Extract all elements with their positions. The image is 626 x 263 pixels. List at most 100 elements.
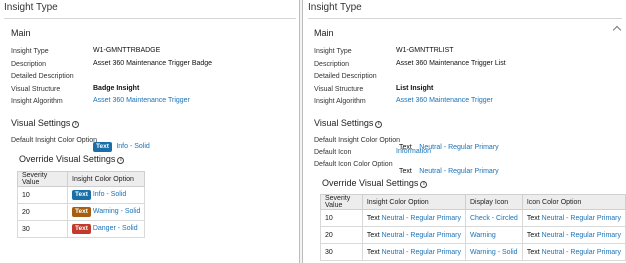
field-value-visual-structure: Badge Insight [93, 85, 140, 92]
main-section-title: Main [11, 28, 31, 38]
field-value-description: Asset 360 Maintenance Trigger List [396, 60, 506, 67]
table-row: 20 Text Warning - Solid [17, 203, 146, 221]
severity-cell: 10 [17, 186, 68, 204]
display-icon-link[interactable]: Warning [470, 232, 496, 239]
page-title: Insight Type [4, 2, 58, 13]
table-row: 10 Text Neutral - Regular Primary Check … [320, 209, 626, 227]
field-label-insight-algorithm: Insight Algorithm [11, 98, 63, 105]
main-section-divider [4, 18, 296, 19]
info-icon[interactable]: i [72, 121, 80, 128]
field-label-visual-structure: Visual Structure [11, 86, 61, 93]
column-header: Icon Color Option [521, 194, 626, 210]
color-cell: Text Danger - Solid [66, 220, 146, 238]
icon-color-cell: Text Neutral - Regular Primary [521, 226, 626, 244]
default-color-link[interactable]: Info - Solid [116, 143, 149, 150]
display-icon-link[interactable]: Warning - Solid [470, 249, 518, 256]
main-section-title: Main [314, 28, 334, 38]
color-option-link[interactable]: Neutral - Regular Primary [382, 249, 461, 256]
icon-color-cell: Text Neutral - Regular Primary [521, 209, 626, 227]
default-color-value: Text Info - Solid [93, 135, 150, 153]
table-row: 30 Text Danger - Solid [17, 220, 146, 238]
icon-cell: Warning [464, 226, 523, 244]
icon-color-cell: Text Neutral - Regular Primary [521, 243, 626, 261]
warning-badge: Text [72, 207, 91, 217]
color-option-link[interactable]: Info - Solid [93, 191, 126, 198]
override-visual-settings-title: Override Visual Settings i [19, 154, 125, 164]
icon-cell: Warning - Solid [464, 243, 523, 261]
field-value-visual-structure: List Insight [396, 85, 434, 92]
color-cell: Text Warning - Solid [66, 203, 146, 221]
visual-settings-label: Visual Settings [314, 118, 374, 128]
icon-color-option-link[interactable]: Neutral - Regular Primary [542, 232, 621, 239]
icon-cell: Check - Circled [464, 209, 523, 227]
default-icon-color-value: Text Neutral - Regular Primary [399, 160, 499, 178]
color-cell: Text Neutral - Regular Primary [361, 243, 466, 261]
insight-algorithm-link[interactable]: Asset 360 Maintenance Trigger [93, 97, 190, 104]
text-sample: Text [366, 248, 380, 256]
list-insight-panel: Insight Type Main Insight Type W1-GMNTTR… [302, 0, 626, 263]
field-value-description: Asset 360 Maintenance Trigger Badge [93, 60, 213, 67]
severity-cell: 20 [320, 226, 363, 244]
field-value-insight-type: W1-GMNTTRBADGE [93, 47, 161, 54]
table-row: 10 Text Info - Solid [17, 186, 146, 204]
page-title: Insight Type [308, 2, 362, 13]
default-icon-link[interactable]: Information [396, 148, 431, 155]
default-icon-label: Default Icon [314, 149, 352, 156]
field-label-detailed-description: Detailed Description [314, 73, 377, 80]
field-label-visual-structure: Visual Structure [314, 86, 364, 93]
default-color-label: Default Insight Color Option [11, 137, 97, 144]
column-header: Severity Value [17, 171, 68, 187]
danger-badge: Text [72, 224, 91, 234]
text-sample: Text [526, 214, 540, 222]
color-option-link[interactable]: Neutral - Regular Primary [382, 232, 461, 239]
badge-insight-panel: Insight Type Main Insight Type W1-GMNTTR… [0, 0, 300, 263]
field-label-detailed-description: Detailed Description [11, 73, 74, 80]
visual-settings-title: Visual Settings i [314, 118, 383, 128]
column-header: Insight Color Option [361, 194, 466, 210]
table-row: 20 Text Neutral - Regular Primary Warnin… [320, 226, 626, 244]
visual-settings-label: Visual Settings [11, 118, 71, 128]
main-section-divider [308, 18, 622, 19]
icon-color-option-link[interactable]: Neutral - Regular Primary [542, 215, 621, 222]
text-sample: Text [526, 248, 540, 256]
display-icon-link[interactable]: Check - Circled [470, 215, 518, 222]
text-sample: Text [366, 231, 380, 239]
field-label-description: Description [314, 61, 350, 68]
text-sample: Text [399, 168, 412, 175]
field-label-description: Description [11, 61, 47, 68]
icon-color-option-link[interactable]: Neutral - Regular Primary [542, 249, 621, 256]
severity-cell: 20 [17, 203, 68, 221]
default-icon-color-label: Default Icon Color Option [314, 161, 393, 168]
info-badge: Text [93, 142, 112, 152]
insight-algorithm-link[interactable]: Asset 360 Maintenance Trigger [396, 97, 493, 104]
text-sample: Text [366, 214, 380, 222]
text-sample: Text [526, 231, 540, 239]
column-header: Insight Color Option [66, 171, 146, 187]
color-cell: Text Info - Solid [66, 186, 146, 204]
default-color-link[interactable]: Neutral - Regular Primary [419, 144, 498, 151]
default-icon-color-link[interactable]: Neutral - Regular Primary [419, 168, 498, 175]
field-value-insight-type: W1-GMNTTRLIST [396, 47, 454, 54]
color-cell: Text Neutral - Regular Primary [361, 226, 466, 244]
override-visual-settings-label: Override Visual Settings [19, 154, 116, 164]
field-label-insight-type: Insight Type [11, 48, 49, 55]
table-header-row: Severity Value Insight Color Option [17, 171, 146, 187]
info-icon[interactable]: i [375, 121, 383, 128]
severity-cell: 10 [320, 209, 363, 227]
severity-cell: 30 [320, 243, 363, 261]
override-visual-settings-label: Override Visual Settings [322, 178, 419, 188]
info-icon[interactable]: i [117, 157, 125, 164]
color-cell: Text Neutral - Regular Primary [361, 209, 466, 227]
severity-cell: 30 [17, 220, 68, 238]
column-header: Display Icon [464, 194, 523, 210]
override-settings-table: Severity Value Insight Color Option Disp… [320, 194, 626, 261]
info-badge: Text [72, 190, 91, 200]
color-option-link[interactable]: Danger - Solid [93, 225, 138, 232]
column-header: Severity Value [320, 194, 363, 210]
override-visual-settings-title: Override Visual Settings i [322, 178, 428, 188]
default-color-label: Default Insight Color Option [314, 137, 400, 144]
info-icon[interactable]: i [420, 181, 428, 188]
color-option-link[interactable]: Neutral - Regular Primary [382, 215, 461, 222]
color-option-link[interactable]: Warning - Solid [93, 208, 141, 215]
collapse-chevron-up-icon[interactable] [612, 25, 622, 35]
